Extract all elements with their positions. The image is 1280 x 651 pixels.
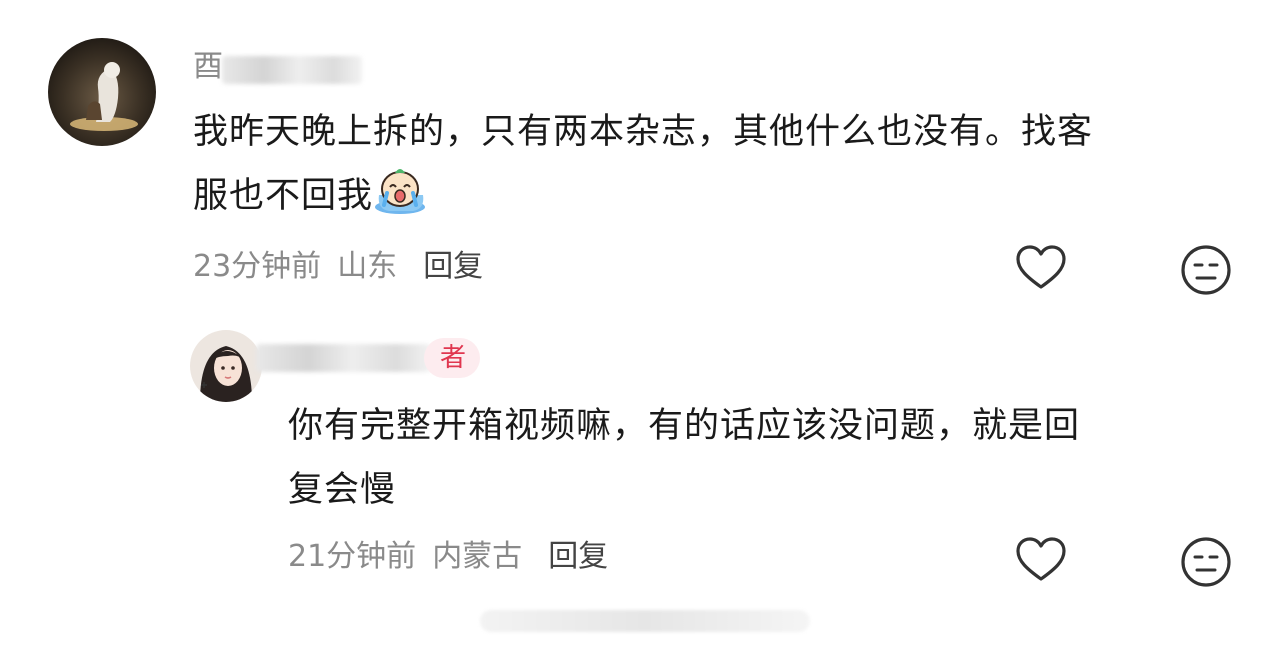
- comment-text-line: 复会慢: [288, 470, 397, 510]
- dislike-face-icon: [1181, 537, 1231, 587]
- comment-meta: 21分钟前 内蒙古 回复: [288, 542, 624, 572]
- heart-icon: [1016, 537, 1066, 581]
- comment-location: 山东: [337, 249, 398, 284]
- comment-meta: 23分钟前 山东 回复: [193, 252, 499, 282]
- username-redacted: [222, 56, 362, 84]
- reply-comment-item: 者 你有完整开箱视频嘛，有的话应该没问题，就是回 复会慢 21分钟前 内蒙古 回复: [0, 300, 1280, 600]
- username-redacted: [256, 344, 431, 372]
- heart-icon: [1016, 245, 1066, 289]
- comment-time: 23分钟前: [193, 249, 322, 284]
- reply-button[interactable]: 回复: [548, 539, 608, 574]
- avatar[interactable]: [48, 38, 156, 146]
- comment-text: 你有完整开箱视频嘛，有的话应该没问题，就是回 复会慢: [288, 394, 1248, 522]
- dislike-face-icon: [1181, 245, 1231, 295]
- comment-text: 我昨天晚上拆的，只有两本杂志，其他什么也没有。找客 服也不回我: [193, 100, 1253, 228]
- dislike-button[interactable]: [1178, 242, 1234, 298]
- dislike-button[interactable]: [1178, 534, 1234, 590]
- like-button[interactable]: [1013, 532, 1069, 588]
- comment-text-line: 我昨天晚上拆的，只有两本杂志，其他什么也没有。找客: [193, 112, 1094, 152]
- comment-time: 21分钟前: [288, 539, 417, 574]
- comment-text-fragment: 服也不回我: [193, 176, 374, 216]
- comment-text-line: 你有完整开箱视频嘛，有的话应该没问题，就是回: [288, 406, 1081, 446]
- comment-text-line: 服也不回我: [193, 164, 1253, 228]
- crying-face-emoji-icon: [375, 169, 426, 214]
- comment-item: 酉 我昨天晚上拆的，只有两本杂志，其他什么也没有。找客 服也不回我 23分钟前山…: [0, 0, 1280, 300]
- comment-location: 内蒙古: [432, 539, 523, 574]
- reply-button[interactable]: 回复: [423, 249, 483, 284]
- like-button[interactable]: [1013, 240, 1069, 296]
- author-badge: 者: [424, 338, 481, 378]
- home-indicator: [480, 610, 810, 632]
- avatar[interactable]: [190, 330, 262, 402]
- username[interactable]: 酉: [193, 52, 223, 82]
